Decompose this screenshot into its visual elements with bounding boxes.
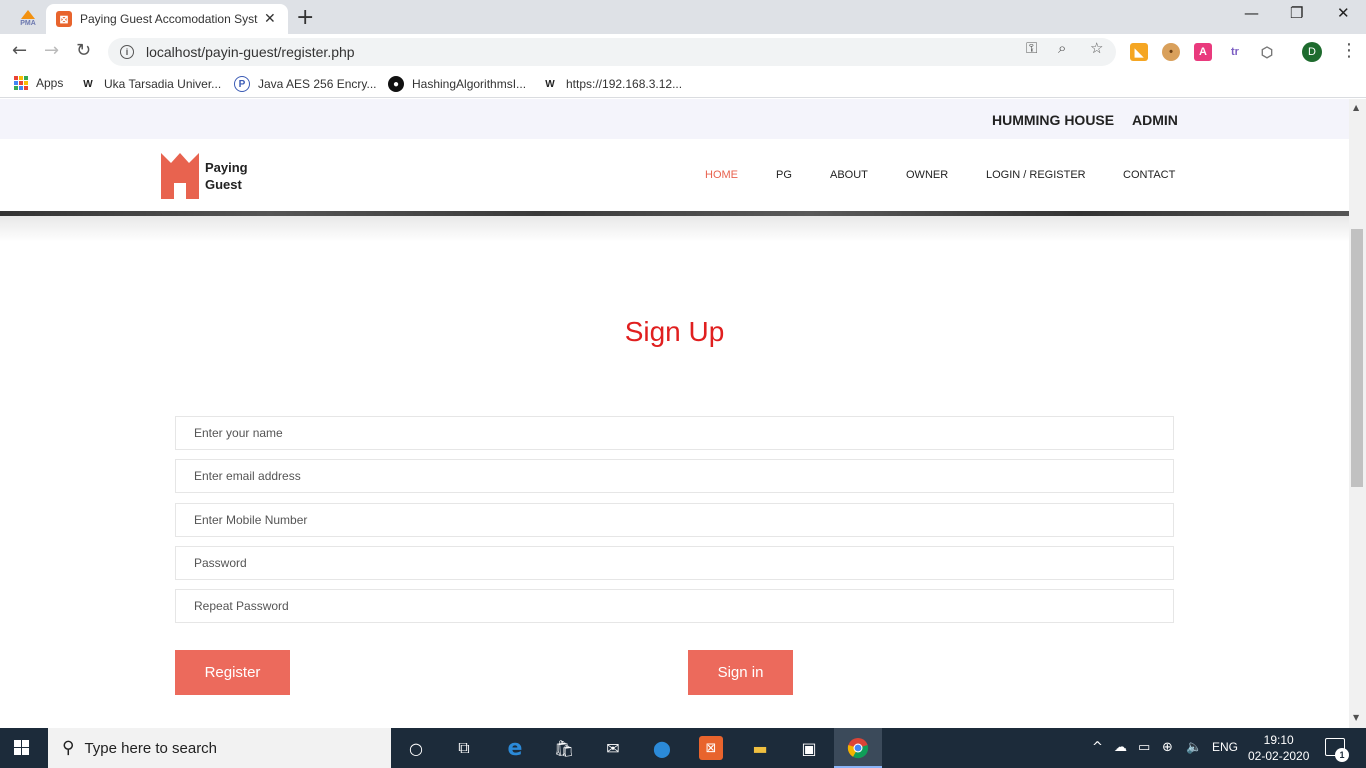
nav-owner[interactable]: OWNER <box>906 169 948 181</box>
network-icon[interactable]: ⊕ <box>1162 740 1173 755</box>
task-view-icon[interactable]: ⧉ <box>452 736 476 760</box>
notification-badge: 1 <box>1335 748 1349 762</box>
browser-toolbar: ← → ↻ i localhost/payin-guest/register.p… <box>0 34 1366 70</box>
tr-extension-icon[interactable]: tr <box>1226 43 1244 61</box>
windows-start-icon[interactable] <box>14 740 29 755</box>
taskbar-clock[interactable]: 19:10 02-02-2020 <box>1248 732 1309 764</box>
mobile-field[interactable] <box>175 503 1174 537</box>
bookmark-uka[interactable]: W Uka Tarsadia Univer... <box>80 76 221 92</box>
site-logo[interactable]: Paying Guest <box>161 153 248 199</box>
language-indicator[interactable]: ENG <box>1212 740 1238 754</box>
back-icon[interactable]: ← <box>12 40 27 61</box>
nav-pg[interactable]: PG <box>776 169 792 181</box>
apps-grid-icon <box>14 76 28 90</box>
house-logo-icon <box>161 153 199 199</box>
bookmark-apps[interactable]: Apps <box>14 76 63 90</box>
system-monitor-icon[interactable]: ▣ <box>797 736 821 760</box>
site-topbar: HUMMING HOUSE ADMIN <box>0 99 1349 139</box>
browser-tab-strip: PMA ⊠ Paying Guest Accomodation Syst ✕ +… <box>0 0 1366 34</box>
store-icon[interactable]: 🛍 <box>552 736 576 760</box>
page-scrollbar[interactable]: ▲ ▼ <box>1349 99 1366 728</box>
xampp-icon: ⊠ <box>56 11 72 27</box>
active-tab[interactable]: ⊠ Paying Guest Accomodation Syst ✕ <box>46 4 288 34</box>
onedrive-icon[interactable]: ☁ <box>1114 740 1127 755</box>
key-icon[interactable]: ⚿ <box>1026 39 1037 57</box>
reload-icon[interactable]: ↻ <box>76 40 91 61</box>
scroll-thumb[interactable] <box>1351 229 1363 487</box>
volume-icon[interactable]: 🔈 <box>1186 740 1202 755</box>
chrome-icon[interactable] <box>846 736 870 760</box>
logo-line-1: Paying <box>205 160 248 175</box>
close-tab-icon[interactable]: ✕ <box>264 11 276 27</box>
tray-chevron-icon[interactable]: ^ <box>1092 740 1103 755</box>
bookmark-star-icon[interactable]: ☆ <box>1090 39 1103 57</box>
profile-avatar[interactable]: D <box>1302 42 1322 62</box>
pinned-tab-phpmyadmin[interactable]: PMA <box>10 7 46 29</box>
cortana-icon[interactable]: ○ <box>404 736 428 760</box>
scroll-up-icon[interactable]: ▲ <box>1353 103 1359 112</box>
page-viewport: HUMMING HOUSE ADMIN Paying Guest HOME PG… <box>0 99 1349 728</box>
search-icon: ⚲ <box>62 738 75 758</box>
battery-icon[interactable]: ▭ <box>1138 740 1150 755</box>
file-explorer-icon[interactable]: ▬ <box>748 736 772 760</box>
xampp-taskbar-icon[interactable]: ⊠ <box>699 736 723 760</box>
taskbar-search[interactable]: ⚲ Type here to search <box>48 728 391 768</box>
w-logo-icon: W <box>83 78 93 90</box>
logo-line-2: Guest <box>205 177 242 192</box>
forward-icon[interactable]: → <box>44 40 59 61</box>
minimize-icon[interactable]: — <box>1244 4 1259 22</box>
bookmarks-bar: Apps W Uka Tarsadia Univer... P Java AES… <box>0 70 1366 98</box>
windows-taskbar: ⚲ Type here to search ○ ⧉ e 🛍 ✉ ⬤ ⊠ ▬ ▣ … <box>0 728 1366 768</box>
tab-title: Paying Guest Accomodation Syst <box>80 12 258 26</box>
clock-date: 02-02-2020 <box>1248 749 1310 763</box>
new-tab-icon[interactable]: + <box>296 5 314 30</box>
menu-kebab-icon[interactable]: ⋮ <box>1340 40 1358 61</box>
scroll-down-icon[interactable]: ▼ <box>1353 713 1359 722</box>
bookmark-java-aes[interactable]: P Java AES 256 Encry... <box>234 76 377 92</box>
register-button[interactable]: Register <box>175 650 290 695</box>
signup-title: Sign Up <box>624 316 725 347</box>
address-bar[interactable]: i localhost/payin-guest/register.php <box>108 38 1116 66</box>
restore-icon[interactable]: ❐ <box>1290 4 1303 22</box>
nav-contact[interactable]: CONTACT <box>1123 169 1175 181</box>
w-logo-icon: W <box>545 78 555 90</box>
email-field[interactable] <box>175 459 1174 493</box>
main-navigation: Paying Guest HOME PG ABOUT OWNER LOGIN /… <box>0 139 1349 211</box>
humming-house-link[interactable]: HUMMING HOUSE <box>992 112 1114 128</box>
repeat-password-field[interactable] <box>175 589 1174 623</box>
clock-time: 19:10 <box>1263 733 1294 747</box>
nav-home[interactable]: HOME <box>705 169 738 181</box>
name-field[interactable] <box>175 416 1174 450</box>
a-extension-icon[interactable]: A <box>1194 43 1212 61</box>
signin-button[interactable]: Sign in <box>688 650 793 695</box>
site-info-icon[interactable]: i <box>120 45 134 59</box>
window-close-icon[interactable]: ✕ <box>1337 4 1350 22</box>
url-text: localhost/payin-guest/register.php <box>146 44 355 60</box>
cookie-icon[interactable]: • <box>1162 43 1180 61</box>
bookmark-hashing[interactable]: ● HashingAlgorithmsI... <box>388 76 526 92</box>
zoom-icon[interactable]: ⌕ <box>1058 39 1066 57</box>
mail-icon[interactable]: ✉ <box>601 736 625 760</box>
bookmark-ip[interactable]: W https://192.168.3.12... <box>542 76 682 92</box>
edge-icon[interactable]: e <box>503 736 527 761</box>
hero-shadow <box>0 216 1349 242</box>
password-field[interactable] <box>175 546 1174 580</box>
nav-login-register[interactable]: LOGIN / REGISTER <box>986 169 1086 181</box>
maps-icon[interactable]: ⬤ <box>650 736 674 760</box>
github-icon: ● <box>388 76 404 92</box>
cube-icon[interactable]: ⬡ <box>1258 43 1276 61</box>
phpmyadmin-icon: PMA <box>20 9 36 27</box>
p-logo-icon: P <box>234 76 250 92</box>
orange-extension-icon[interactable]: ◣ <box>1130 43 1148 61</box>
admin-link[interactable]: ADMIN <box>1132 112 1178 128</box>
nav-about[interactable]: ABOUT <box>830 169 868 181</box>
